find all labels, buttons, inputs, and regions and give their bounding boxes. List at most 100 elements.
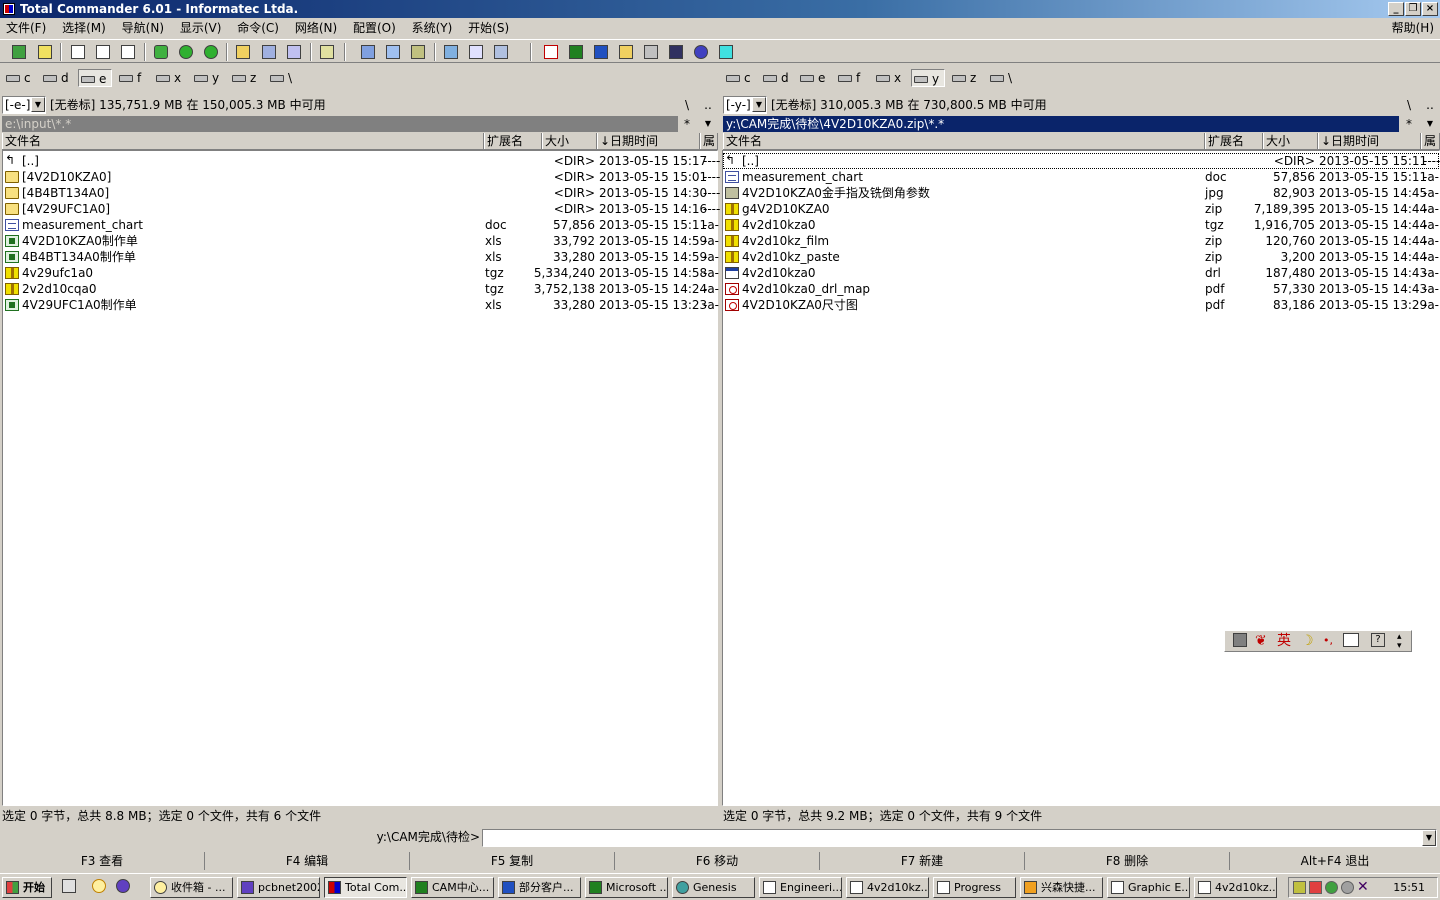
left-file-list[interactable]: [..]<DIR>2013-05-15 15:17----[4V2D10KZA0… (2, 150, 720, 806)
menu-mark[interactable]: 选择(M) (56, 18, 112, 38)
alt-f4-exit-button[interactable]: Alt+F4 退出 (1230, 852, 1440, 870)
right-drive-z[interactable]: z (950, 69, 976, 87)
right-path[interactable]: y:\CAM完成\待检\4V2D10KZA0.zip\*.* (723, 116, 1399, 132)
file-row[interactable]: 4V2D10KZA0金手指及铣倒角参数 jpg 82,903 2013-05-15 1… (723, 185, 1439, 201)
right-drive-f[interactable]: f (836, 69, 860, 87)
file-row[interactable]: 4B4BT134A0制作单 xls 33,280 2013-05-15 14:59 -a… (3, 249, 719, 265)
left-col-ext[interactable]: 扩展名 (484, 133, 542, 149)
left-path[interactable]: e:\input\*.* (2, 116, 678, 132)
f7-mkdir-button[interactable]: F7 新建 (820, 852, 1025, 870)
taskbar-inbox[interactable]: 收件箱 - ... (150, 877, 233, 898)
left-up-button[interactable]: .. (699, 96, 717, 114)
taskbar-genesis[interactable]: Genesis (672, 877, 755, 898)
file-row[interactable]: 4V2D10KZA0尺寸图 pdf 83,186 2013-05-15 13:29 -a… (723, 297, 1439, 313)
f8-delete-button[interactable]: F8 删除 (1025, 852, 1230, 870)
calc-icon[interactable] (492, 43, 510, 61)
menu-commands[interactable]: 命令(C) (231, 18, 285, 38)
pdf-icon[interactable] (542, 43, 560, 61)
right-history-icon[interactable]: ▼ (1421, 115, 1439, 133)
file-row[interactable]: 4v2d10kza0_drl_map pdf 57,330 2013-05-15 14… (723, 281, 1439, 297)
viewer-icon[interactable] (642, 43, 660, 61)
file-row[interactable]: 2v2d10cqa0 tgz 3,752,138 2013-05-15 14:24 -a… (3, 281, 719, 297)
ime-mode-icon[interactable]: ❦ (1255, 633, 1267, 649)
parent-dir-row[interactable]: [..] <DIR> 2013-05-15 15:11---- (723, 152, 1440, 169)
taskbar-pcbnet[interactable]: pcbnet2002 (237, 877, 320, 898)
menu-view[interactable]: 显示(V) (174, 18, 228, 38)
taskbar-4v2d10kz-2[interactable]: 4v2d10kz... (1194, 877, 1277, 898)
taskbar-4v2d10kz-1[interactable]: 4v2d10kz... (846, 877, 929, 898)
tray-app-icon[interactable] (1309, 881, 1322, 894)
left-root-button[interactable]: \ (678, 96, 696, 114)
right-drive-combo[interactable]: [-y-] ▼ (723, 96, 767, 114)
left-drive-network[interactable]: \ (268, 69, 292, 87)
minimize-button[interactable]: _ (1388, 2, 1404, 16)
pack-icon[interactable] (36, 43, 54, 61)
menu-start[interactable]: 开始(S) (462, 18, 515, 38)
right-up-button[interactable]: .. (1421, 96, 1439, 114)
left-drive-c[interactable]: c (4, 69, 31, 87)
file-row[interactable]: measurement_chart doc 57,856 2013-05-15 15:… (3, 217, 719, 233)
right-col-size[interactable]: 大小 (1263, 133, 1318, 149)
taskbar-cam-center[interactable]: CAM中心... (411, 877, 494, 898)
f5-copy-button[interactable]: F5 复制 (410, 852, 615, 870)
ime-punctuation-icon[interactable]: •, (1323, 633, 1333, 649)
network-icon[interactable] (359, 43, 377, 61)
menu-system[interactable]: 系统(Y) (406, 18, 459, 38)
edit-icon[interactable] (467, 43, 485, 61)
quicklaunch-clock-icon[interactable] (92, 879, 106, 893)
menu-file[interactable]: 文件(F) (0, 18, 52, 38)
taskbar-xingsen[interactable]: 兴森快捷... (1020, 877, 1103, 898)
left-history-icon[interactable]: ▼ (699, 115, 717, 133)
ftp-icon[interactable] (384, 43, 402, 61)
taskbar-customers[interactable]: 部分客户... (498, 877, 581, 898)
tray-clock-icon[interactable] (1341, 881, 1354, 894)
file-row[interactable]: 4v29ufc1a0 tgz 5,334,240 2013-05-15 14:58 -a… (3, 265, 719, 281)
tray-close-icon[interactable]: ✕ (1357, 878, 1369, 897)
file-row[interactable]: 4V29UFC1A0制作单 xls 33,280 2013-05-15 13:23 -a… (3, 297, 719, 313)
left-col-attr[interactable]: 属 (700, 133, 718, 149)
menu-net[interactable]: 网络(N) (289, 18, 343, 38)
f4-edit-button[interactable]: F4 编辑 (205, 852, 410, 870)
left-drive-y[interactable]: y (192, 69, 219, 87)
ime-language[interactable]: 英 (1277, 633, 1291, 649)
folder-icon[interactable] (617, 43, 635, 61)
eraser-icon[interactable] (717, 43, 735, 61)
right-file-list[interactable]: [..]<DIR>2013-05-15 15:11----measurement… (722, 150, 1440, 806)
ftp-connect-icon[interactable] (318, 43, 336, 61)
forward-icon[interactable] (202, 43, 220, 61)
close-button[interactable]: × (1422, 2, 1438, 16)
folder-row[interactable]: [4V29UFC1A0] <DIR> 2013-05-15 14:16 ---- (3, 201, 720, 217)
left-col-name[interactable]: 文件名 (2, 133, 484, 149)
chevron-down-icon[interactable]: ▼ (1422, 830, 1436, 846)
tray-pencil-icon[interactable] (1293, 881, 1306, 894)
f3-view-button[interactable]: F3 查看 (0, 852, 205, 870)
file-row[interactable]: g4V2D10KZA0 zip 7,189,395 2013-05-15 14:44-… (723, 201, 1439, 217)
sync-dirs-icon[interactable] (285, 43, 303, 61)
tree-view-icon[interactable] (119, 43, 137, 61)
terminal-icon[interactable] (667, 43, 685, 61)
net-drive-icon[interactable] (409, 43, 427, 61)
right-filter-button[interactable]: * (1400, 115, 1418, 133)
left-drive-f[interactable]: f (117, 69, 141, 87)
right-col-attr[interactable]: 属 (1421, 133, 1440, 149)
right-drive-y[interactable]: y (911, 69, 945, 87)
ime-options-icon[interactable]: ▴ ▾ (1397, 633, 1402, 651)
ime-help-icon[interactable]: ? (1371, 633, 1385, 647)
folder-row[interactable]: [4V2D10KZA0] <DIR> 2013-05-15 15:01 ---- (3, 169, 720, 185)
genesis-icon[interactable] (692, 43, 710, 61)
left-col-size[interactable]: 大小 (542, 133, 597, 149)
menu-configuration[interactable]: 配置(O) (347, 18, 402, 38)
word-icon[interactable] (592, 43, 610, 61)
taskbar-progress[interactable]: Progress (933, 877, 1016, 898)
right-drive-e[interactable]: e (798, 69, 825, 87)
left-drive-d[interactable]: d (41, 69, 69, 87)
folder-row[interactable]: [4B4BT134A0] <DIR> 2013-05-15 14:30 ---- (3, 185, 720, 201)
f6-move-button[interactable]: F6 移动 (615, 852, 820, 870)
find-files-icon[interactable] (234, 43, 252, 61)
right-drive-network[interactable]: \ (988, 69, 1012, 87)
refresh-icon[interactable] (10, 43, 28, 61)
multi-rename-icon[interactable] (260, 43, 278, 61)
notepad-icon[interactable] (442, 43, 460, 61)
left-drive-z[interactable]: z (230, 69, 256, 87)
file-row[interactable]: 4v2d10kz_film zip 120,760 2013-05-15 14:44-… (723, 233, 1439, 249)
